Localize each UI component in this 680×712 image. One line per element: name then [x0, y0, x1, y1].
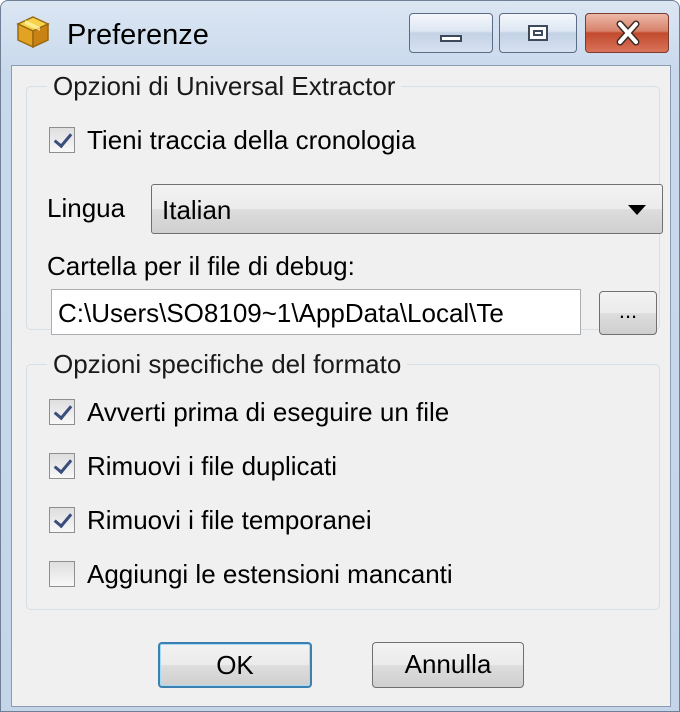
add-extensions-label: Aggiungi le estensioni mancanti: [87, 558, 453, 589]
language-dropdown[interactable]: Italian: [151, 184, 663, 234]
chevron-down-icon: [628, 205, 646, 215]
close-icon: [616, 20, 640, 46]
general-options-title: Opzioni di Universal Extractor: [47, 71, 402, 102]
minimize-button[interactable]: [409, 13, 493, 53]
remove-temp-label: Rimuovi i file temporanei: [87, 504, 372, 535]
warn-execute-option[interactable]: Avverti prima di eseguire un file: [49, 397, 449, 427]
remove-duplicates-label: Rimuovi i file duplicati: [87, 450, 337, 481]
browse-button[interactable]: ...: [599, 291, 657, 335]
general-options-group: Opzioni di Universal Extractor Tieni tra…: [26, 71, 663, 335]
title-bar[interactable]: Preferenze: [1, 1, 679, 65]
remove-duplicates-checkbox[interactable]: [49, 453, 75, 479]
cancel-button[interactable]: Annulla: [372, 642, 524, 688]
debug-folder-label: Cartella per il file di debug:: [47, 251, 355, 281]
maximize-button[interactable]: [499, 13, 577, 53]
remove-temp-option[interactable]: Rimuovi i file temporanei: [49, 505, 372, 535]
language-value: Italian: [162, 195, 232, 225]
preferences-window: Preferenze Opzioni di Universal Extracto…: [0, 0, 680, 712]
history-checkbox[interactable]: [49, 127, 75, 153]
restore-icon: [528, 25, 548, 41]
language-label: Lingua: [47, 193, 126, 223]
remove-duplicates-option[interactable]: Rimuovi i file duplicati: [49, 451, 337, 481]
format-options-title: Opzioni specifiche del formato: [47, 349, 408, 380]
app-box-icon: [16, 16, 50, 49]
history-option[interactable]: Tieni traccia della cronologia: [49, 125, 416, 155]
dialog-body: Opzioni di Universal Extractor Tieni tra…: [11, 65, 671, 707]
add-extensions-checkbox[interactable]: [49, 561, 75, 587]
format-options-group: Opzioni specifiche del formato Avverti p…: [26, 349, 660, 610]
remove-temp-checkbox[interactable]: [49, 507, 75, 533]
history-label: Tieni traccia della cronologia: [87, 124, 416, 155]
debug-folder-value: C:\Users\SO8109~1\AppData\Local\Te: [58, 298, 504, 328]
minimize-icon: [440, 35, 462, 42]
warn-execute-label: Avverti prima di eseguire un file: [87, 396, 450, 427]
close-button[interactable]: [585, 13, 669, 53]
warn-execute-checkbox[interactable]: [49, 399, 75, 425]
window-title: Preferenze: [67, 19, 209, 51]
debug-folder-input[interactable]: C:\Users\SO8109~1\AppData\Local\Te: [51, 289, 581, 335]
add-extensions-option[interactable]: Aggiungi le estensioni mancanti: [49, 559, 453, 589]
ok-button[interactable]: OK: [158, 642, 312, 688]
